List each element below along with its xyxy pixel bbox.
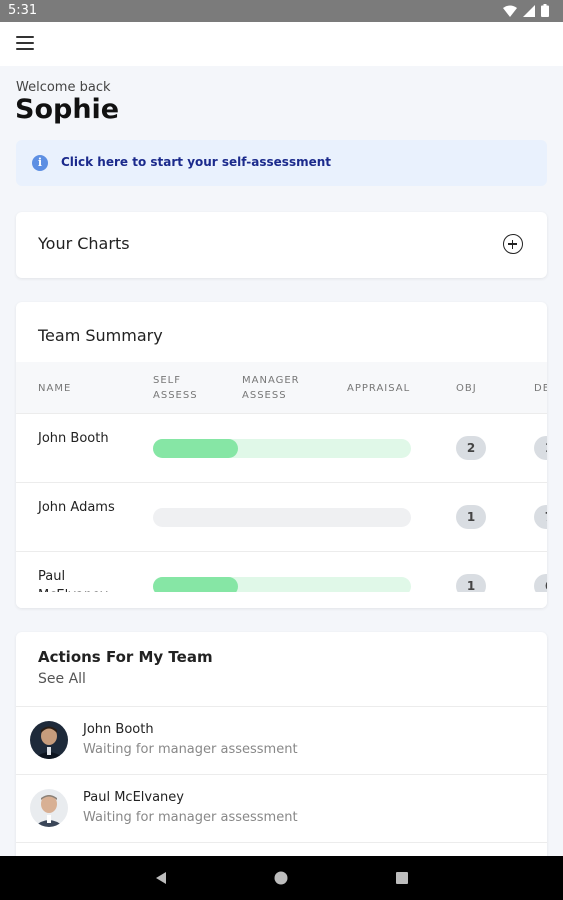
team-summary-title: Team Summary — [38, 326, 163, 345]
action-status: Waiting for manager assessment — [83, 742, 298, 757]
column-obj: OBJ — [456, 383, 477, 394]
column-self-assess: SELF ASSESS — [153, 375, 198, 401]
user-name: Sophie — [15, 94, 120, 125]
recents-icon[interactable] — [395, 871, 409, 885]
actions-title: Actions For My Team — [38, 648, 213, 666]
action-name: Paul McElvaney — [83, 790, 184, 805]
progress-bar — [153, 508, 411, 527]
table-header: NAME SELF ASSESS MANAGER ASSESS APPRAISA… — [16, 362, 547, 414]
action-item[interactable]: Paul McElvaney Waiting for manager asses… — [16, 774, 547, 842]
app-bar — [0, 22, 563, 66]
battery-icon — [541, 4, 549, 17]
home-icon[interactable] — [274, 871, 288, 885]
status-bar: 5:31 — [0, 0, 563, 22]
your-charts-title: Your Charts — [38, 234, 130, 253]
obj-badge: 2 — [456, 436, 486, 460]
signal-icon — [523, 4, 535, 17]
wifi-icon — [503, 5, 517, 17]
progress-bar — [153, 439, 411, 458]
status-icons — [503, 4, 549, 17]
info-icon: i — [32, 155, 48, 171]
navigation-bar — [0, 856, 563, 900]
avatar — [30, 789, 68, 827]
status-time: 5:31 — [8, 3, 38, 18]
team-summary-card: Team Summary NAME SELF ASSESS MANAGER AS… — [16, 302, 547, 608]
your-charts-card: Your Charts — [16, 212, 547, 278]
de-badge: 1 — [534, 436, 547, 460]
obj-badge: 1 — [456, 505, 486, 529]
column-name: NAME — [38, 383, 72, 394]
action-name: John Booth — [83, 722, 154, 737]
action-item[interactable]: John Booth Waiting for manager assessmen… — [16, 706, 547, 774]
welcome-text: Welcome back — [16, 80, 111, 95]
table-row[interactable]: John Booth 2 1 — [16, 414, 547, 483]
see-all-link[interactable]: See All — [38, 671, 86, 687]
self-assessment-banner[interactable]: i Click here to start your self-assessme… — [16, 140, 547, 186]
column-appraisal: APPRAISAL — [347, 383, 411, 394]
table-scroll-edge — [16, 592, 547, 608]
column-de: DE — [534, 383, 547, 394]
de-badge: 7 — [534, 505, 547, 529]
banner-text: Click here to start your self-assessment — [61, 155, 332, 169]
actions-card: Actions For My Team See All John Booth W… — [16, 632, 547, 862]
progress-fill — [153, 439, 238, 458]
hamburger-menu-icon[interactable] — [16, 36, 34, 50]
avatar — [30, 721, 68, 759]
table-row[interactable]: John Adams 1 7 — [16, 483, 547, 552]
action-status: Waiting for manager assessment — [83, 810, 298, 825]
add-circle-icon[interactable] — [503, 234, 523, 254]
row-name: John Adams — [38, 500, 115, 515]
column-manager-assess: MANAGER ASSESS — [242, 375, 300, 401]
back-icon[interactable] — [154, 871, 168, 885]
row-name: John Booth — [38, 431, 109, 446]
